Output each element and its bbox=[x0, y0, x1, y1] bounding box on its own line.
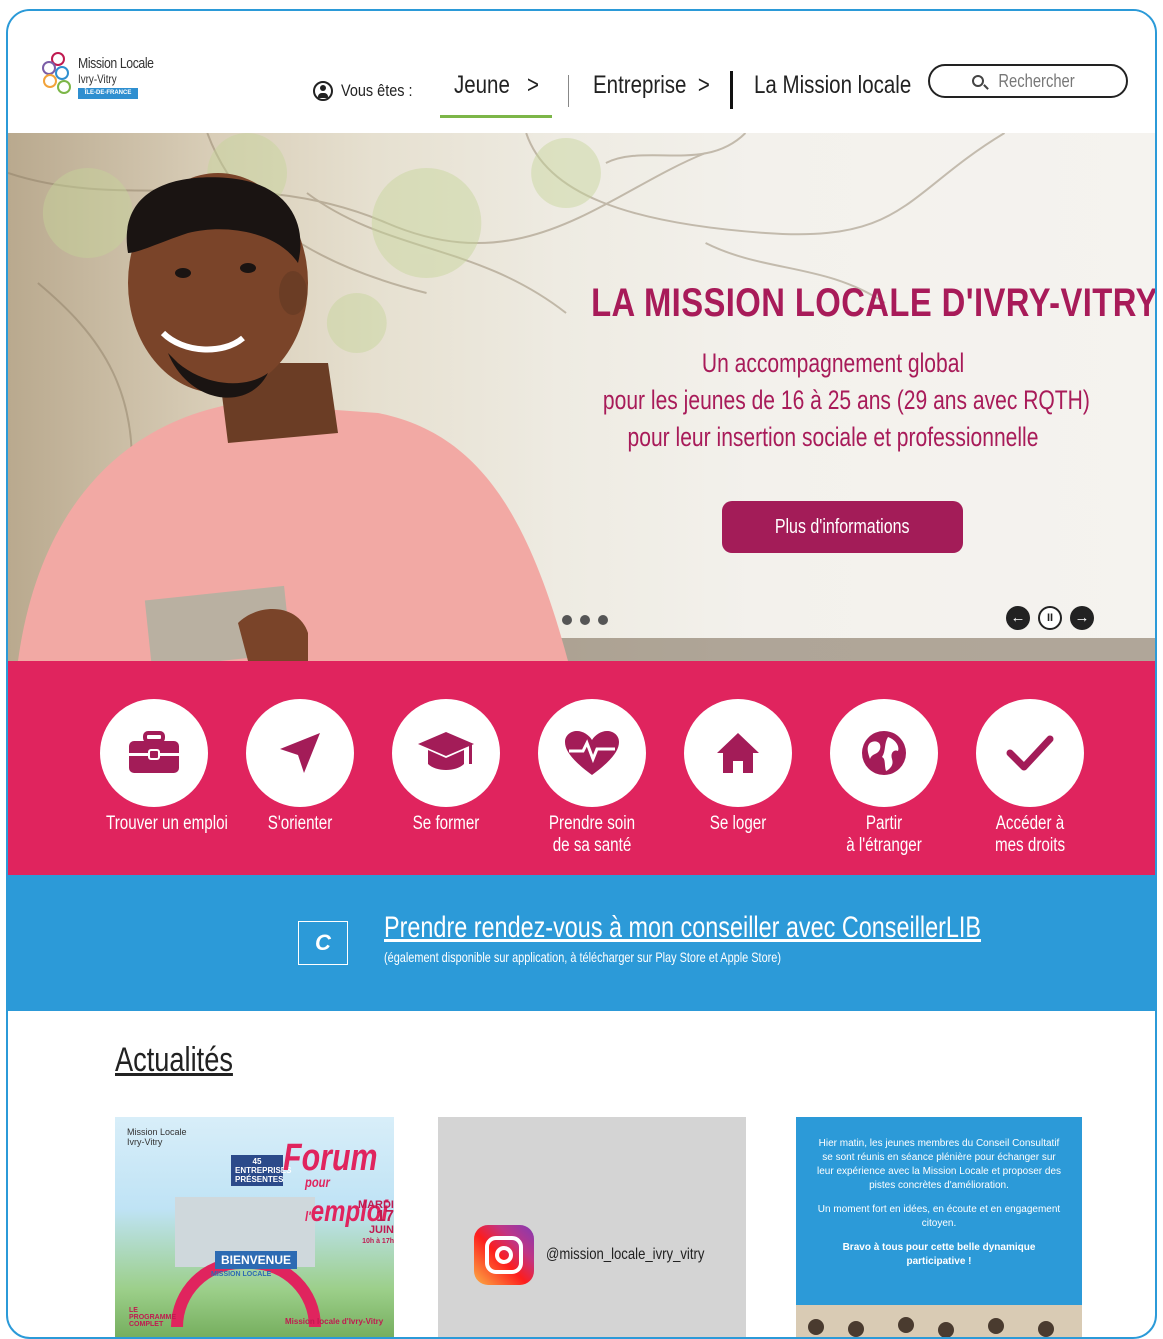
logo-line2: Ivry-Vitry bbox=[78, 72, 117, 86]
forum-mission-locale: Mission locale d'Ivry-Vitry bbox=[285, 1317, 384, 1326]
forum-programme: LE PROGRAMME COMPLET bbox=[129, 1307, 177, 1328]
news-post-paragraph: Un moment fort en idées, en écoute et en… bbox=[817, 1204, 1061, 1229]
instagram-handle: @mission_locale_ivry_vitry bbox=[546, 1246, 705, 1263]
briefcase-icon bbox=[129, 731, 179, 773]
forum-day-number: 17 bbox=[376, 1208, 394, 1225]
forum-badge: 45 ENTREPRISES PRÉSENTES bbox=[231, 1155, 291, 1186]
plus-informations-label: Plus d'informations bbox=[775, 515, 910, 538]
logo-mark-icon bbox=[42, 52, 71, 94]
logo-badge: ÎLE-DE-FRANCE bbox=[78, 88, 138, 99]
news-card-forum[interactable]: Mission Locale Ivry-Vitry 45 ENTREPRISES… bbox=[115, 1117, 394, 1337]
tile-label: Accéder à mes droits bbox=[994, 813, 1066, 856]
tile-label: Se former bbox=[412, 813, 480, 834]
instagram-icon bbox=[474, 1225, 534, 1285]
carousel-dot[interactable] bbox=[598, 615, 608, 625]
navigation-arrow-icon bbox=[280, 733, 320, 773]
nav-mission-locale[interactable]: La Mission locale bbox=[754, 71, 911, 100]
arrow-left-icon[interactable]: ← bbox=[1006, 606, 1030, 630]
news-card-instagram[interactable]: @mission_locale_ivry_vitry bbox=[438, 1117, 746, 1337]
conseillerlib-letter: C bbox=[315, 930, 331, 955]
tile-label: Trouver un emploi bbox=[106, 813, 228, 834]
themes-band: Trouver un emploi S'orienter Se former P… bbox=[8, 661, 1155, 875]
forum-arch-text: MISSION LOCALE bbox=[211, 1271, 272, 1278]
search-placeholder: Rechercher bbox=[998, 70, 1076, 91]
conseillerlib-link[interactable]: Prendre rendez-vous à mon conseiller ave… bbox=[384, 911, 981, 945]
nav-entreprise-label: Entreprise bbox=[593, 71, 687, 99]
forum-logo-line: Ivry-Vitry bbox=[127, 1137, 163, 1147]
carousel-dot[interactable] bbox=[580, 615, 590, 625]
tile-sante[interactable]: Prendre soin de sa santé bbox=[532, 699, 652, 857]
nav-entreprise[interactable]: Entreprise > bbox=[593, 71, 710, 100]
news-card-conseil[interactable]: Hier matin, les jeunes membres du Consei… bbox=[796, 1117, 1082, 1337]
site-logo[interactable]: Mission Locale Ivry-Vitry ÎLE-DE-FRANCE bbox=[38, 51, 178, 111]
tile-circle bbox=[976, 699, 1084, 807]
globe-icon bbox=[862, 731, 906, 775]
search-icon bbox=[972, 75, 985, 87]
nav-active-underline bbox=[440, 115, 552, 118]
forum-month: JUIN bbox=[368, 1224, 394, 1236]
hero-carousel: LA MISSION LOCALE D'IVRY-VITRY Un accomp… bbox=[8, 133, 1155, 661]
conseillerlib-band: C Prendre rendez-vous à mon conseiller a… bbox=[8, 875, 1155, 1011]
conseillerlib-note: (également disponible sur application, à… bbox=[384, 949, 781, 965]
tile-circle bbox=[246, 699, 354, 807]
tile-label: Partir à l'étranger bbox=[846, 813, 922, 856]
hero-subtitle-line: pour leur insertion sociale et professio… bbox=[627, 422, 1039, 452]
news-title: Actualités bbox=[115, 1041, 233, 1079]
carousel-dot[interactable] bbox=[562, 615, 572, 625]
plus-informations-button[interactable]: Plus d'informations bbox=[722, 501, 963, 553]
tile-circle bbox=[684, 699, 792, 807]
tile-trouver-emploi[interactable]: Trouver un emploi bbox=[94, 699, 228, 835]
hero-subtitle-line: Un accompagnement global bbox=[701, 348, 965, 378]
hero-subtitle: Un accompagnement global pour les jeunes… bbox=[602, 345, 1090, 456]
hero-subtitle-line: pour les jeunes de 16 à 25 ans (29 ans a… bbox=[602, 385, 1090, 415]
nav-divider bbox=[730, 71, 733, 109]
tile-circle bbox=[830, 699, 938, 807]
user-icon bbox=[313, 81, 333, 101]
vous-etes-label: Vous êtes : bbox=[341, 81, 413, 100]
conseillerlib-logo-icon: C bbox=[298, 921, 348, 965]
home-icon bbox=[717, 733, 759, 773]
news-post-paragraph: Hier matin, les jeunes membres du Consei… bbox=[816, 1138, 1062, 1191]
nav-jeune-label: Jeune bbox=[454, 71, 510, 99]
forum-banner: BIENVENUE bbox=[215, 1251, 298, 1269]
forum-logo: Mission Locale Ivry-Vitry bbox=[127, 1127, 187, 1147]
pause-icon[interactable]: II bbox=[1038, 606, 1062, 630]
nav-jeune[interactable]: Jeune > bbox=[454, 71, 539, 100]
search-box[interactable]: Rechercher bbox=[928, 64, 1128, 98]
arrow-right-icon[interactable]: → bbox=[1070, 606, 1094, 630]
tile-label: S'orienter bbox=[267, 813, 333, 834]
carousel-dots bbox=[562, 615, 608, 625]
forum-logo-line: Mission Locale bbox=[127, 1127, 187, 1137]
logo-line1: Mission Locale bbox=[78, 55, 154, 72]
tile-se-loger[interactable]: Se loger bbox=[678, 699, 798, 835]
page-frame: Mission Locale Ivry-Vitry ÎLE-DE-FRANCE … bbox=[6, 9, 1157, 1339]
tile-circle bbox=[100, 699, 208, 807]
tile-s-orienter[interactable]: S'orienter bbox=[240, 699, 360, 835]
hero-person-illustration bbox=[18, 173, 568, 661]
tile-acceder-droits[interactable]: Accéder à mes droits bbox=[970, 699, 1090, 857]
tile-se-former[interactable]: Se former bbox=[386, 699, 506, 835]
hero-title: LA MISSION LOCALE D'IVRY-VITRY bbox=[591, 281, 1155, 325]
graduation-cap-icon bbox=[418, 732, 474, 770]
nav-divider bbox=[568, 75, 569, 107]
forum-day: MARDI 17 bbox=[341, 1199, 394, 1225]
forum-date: MARDI 17 JUIN 10h à 17h bbox=[341, 1199, 394, 1248]
vous-etes: Vous êtes : bbox=[313, 81, 425, 101]
news-post-photo bbox=[796, 1305, 1082, 1337]
news-post-paragraph: Bravo à tous pour cette belle dynamique … bbox=[842, 1242, 1036, 1267]
forum-time: 10h à 17h bbox=[362, 1238, 394, 1245]
site-header: Mission Locale Ivry-Vitry ÎLE-DE-FRANCE … bbox=[8, 11, 1155, 133]
check-icon bbox=[1006, 735, 1054, 771]
tile-circle bbox=[538, 699, 646, 807]
instagram-link[interactable]: @mission_locale_ivry_vitry bbox=[474, 1225, 739, 1285]
chevron-right-icon: > bbox=[697, 71, 710, 99]
heart-pulse-icon bbox=[565, 731, 619, 775]
chevron-right-icon: > bbox=[526, 71, 539, 99]
news-post-text: Hier matin, les jeunes membres du Consei… bbox=[816, 1137, 1062, 1279]
carousel-controls: ← II → bbox=[1006, 606, 1094, 630]
tile-label: Se loger bbox=[709, 813, 767, 834]
tile-label: Prendre soin de sa santé bbox=[548, 813, 636, 856]
tile-partir-etranger[interactable]: Partir à l'étranger bbox=[824, 699, 944, 857]
tile-circle bbox=[392, 699, 500, 807]
